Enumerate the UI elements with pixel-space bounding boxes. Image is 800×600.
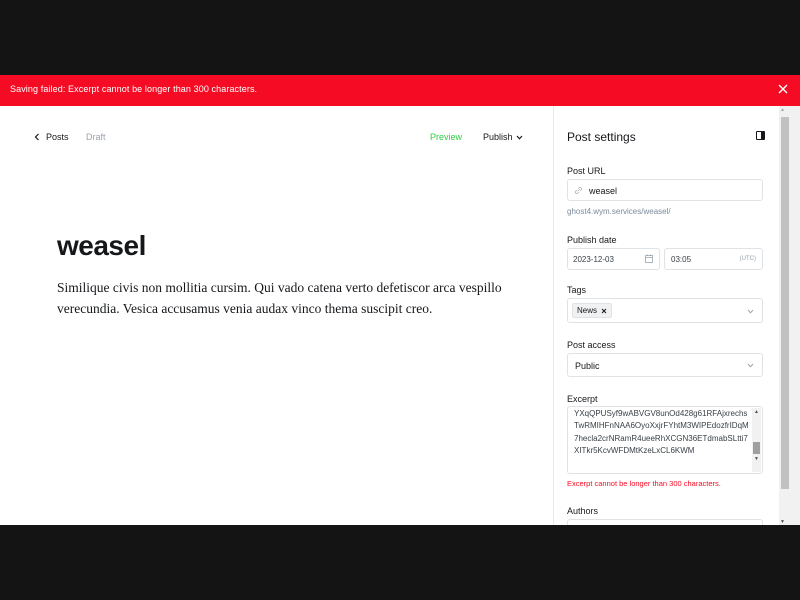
excerpt-text: YXqQPUSyf9wABVGV8unOd428g61RFAjxrechsTwR… <box>574 409 749 455</box>
post-url-value: weasel <box>589 186 618 196</box>
close-icon[interactable] <box>776 82 790 96</box>
post-access-label: Post access <box>567 340 616 350</box>
chevron-left-icon <box>34 133 39 141</box>
publish-time-input[interactable]: 03:05 (UTC) <box>664 248 763 270</box>
time-value: 03:05 <box>671 255 692 264</box>
publish-label: Publish <box>483 132 513 142</box>
post-access-select[interactable]: Public <box>567 353 763 377</box>
access-value: Public <box>575 361 600 371</box>
post-body[interactable]: Similique civis non mollitia cursim. Qui… <box>57 277 517 319</box>
scroll-up-icon[interactable]: ▲ <box>753 409 760 416</box>
post-url-input[interactable]: weasel <box>567 179 763 201</box>
page-scrollbar[interactable]: ▲ ▼ <box>779 106 800 525</box>
excerpt-label: Excerpt <box>567 394 598 404</box>
publish-date-input[interactable]: 2023-12-03 <box>567 248 660 270</box>
tag-label: News <box>577 306 598 315</box>
tags-input[interactable]: News <box>567 298 763 323</box>
post-status: Draft <box>86 132 106 142</box>
chevron-down-icon <box>516 135 522 140</box>
authors-label: Authors <box>567 506 599 516</box>
link-icon <box>574 186 583 195</box>
excerpt-textarea[interactable]: YXqQPUSyf9wABVGV8unOd428g61RFAjxrechsTwR… <box>567 406 763 474</box>
excerpt-scrollbar[interactable]: ▲ ▼ <box>752 408 761 472</box>
date-value: 2023-12-03 <box>573 255 614 264</box>
tags-label: Tags <box>567 285 587 295</box>
bottom-black-bar <box>0 525 800 600</box>
scroll-down-icon[interactable]: ▼ <box>753 456 760 463</box>
calendar-icon <box>645 254 653 263</box>
error-alert-banner: Saving failed: Excerpt cannot be longer … <box>0 75 800 106</box>
settings-heading: Post settings <box>567 130 636 144</box>
post-settings-panel: Post settings Post URL weasel ghost4.wym… <box>554 106 779 525</box>
top-black-bar <box>0 0 800 75</box>
remove-tag-icon[interactable] <box>601 308 607 314</box>
post-title[interactable]: weasel <box>57 230 146 262</box>
scroll-thumb[interactable] <box>781 117 789 489</box>
back-label: Posts <box>46 132 69 142</box>
post-url-label: Post URL <box>567 166 606 176</box>
excerpt-error-message: Excerpt cannot be longer than 300 charac… <box>567 479 721 488</box>
chevron-down-icon <box>747 363 754 368</box>
publish-date-label: Publish date <box>567 235 617 245</box>
scroll-thumb[interactable] <box>753 442 760 454</box>
scroll-up-icon[interactable]: ▲ <box>780 107 785 113</box>
timezone-label: (UTC) <box>739 256 756 262</box>
chevron-down-icon <box>747 309 754 314</box>
preview-button[interactable]: Preview <box>430 132 462 142</box>
back-to-posts-link[interactable]: Posts <box>34 132 69 142</box>
sidebar-toggle-icon[interactable] <box>756 131 765 140</box>
editor-pane: Posts Draft Preview Publish weasel Simil… <box>0 106 553 525</box>
tag-chip[interactable]: News <box>572 303 613 318</box>
alert-message: Saving failed: Excerpt cannot be longer … <box>10 84 258 94</box>
post-url-hint: ghost4.wym.services/weasel/ <box>567 207 671 216</box>
publish-button[interactable]: Publish <box>483 132 523 142</box>
